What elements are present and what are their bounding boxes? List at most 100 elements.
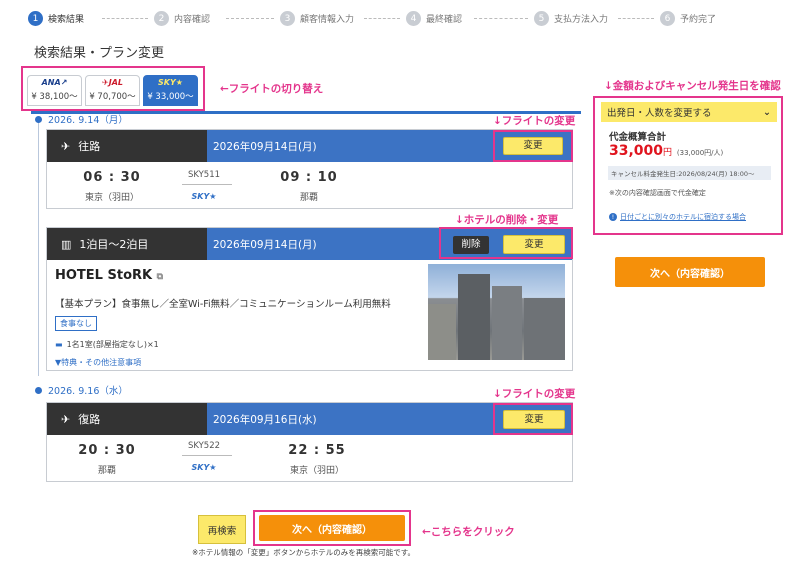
research-button[interactable]: 再検索 [198,515,246,544]
hotel-plan: 【基本プラン】食事無し／全室Wi-Fi無料／コミュニケーションルーム利用無料 [55,299,391,310]
return-details: 20 : 30 那覇 SKY522 SKY★ 22 : 55 東京（羽田） [47,435,572,480]
total-unit: 円 [663,148,673,158]
per-person-price: (33,000円/人) [676,149,724,157]
timeline-dot [35,386,42,394]
bed-icon: ▬ [55,340,63,349]
hotel-photo [428,264,565,360]
arrival-time: 22 : 55 [288,443,346,458]
price-summary-highlight: 出発日・人数を変更する ⌄ 代金概算合計 33,000円 (33,000円/人)… [593,96,783,235]
separate-hotel-link[interactable]: ! 日付ごとに別々のホテルに宿泊する場合 [609,212,746,222]
tab-jal[interactable]: ✈JAL ¥ 70,700〜 [85,75,140,106]
return-date-row: 2026. 9.16（水） [35,383,128,397]
room-text: 1名1室(部屋指定なし)×1 [66,340,159,349]
page-title: 検索結果・プラン変更 [34,46,165,61]
hotel-buttons-highlight: 削除 変更 [439,227,573,259]
annotation-change-hotel: ↓ホテルの削除・変更 [455,214,559,226]
hotel-title-block: ▥ 1泊目〜2泊目 [47,228,207,260]
total-amount: 33,000 [609,143,664,159]
flight-number: SKY511 [187,170,221,180]
step-number: 6 [660,11,675,26]
departure-place: 東京（羽田） [84,193,139,203]
change-flight-highlight: 変更 [493,130,573,162]
step-divider [618,18,654,19]
external-link-icon: ⧉ [156,272,164,282]
arrival-time: 09 : 10 [280,170,338,185]
separate-hotel-link-text: 日付ごとに別々のホテルに宿泊する場合 [620,213,746,221]
step-6: 6 予約完了 [660,11,716,26]
change-outbound-button[interactable]: 変更 [503,137,563,155]
hotel-date: 2026年09月14日(月) [213,238,317,251]
step-2: 2 内容確認 [154,11,210,26]
outbound-details: 06 : 30 東京（羽田） SKY511 SKY★ 09 : 10 那覇 [47,162,572,207]
hotel-name-text: HOTEL StoRK [55,268,153,283]
step-label: 内容確認 [174,15,211,25]
plane-depart-icon: ✈ [61,139,71,153]
step-number: 2 [154,11,169,26]
carrier-logo: SKY★ [191,463,217,472]
timeline-line [38,121,39,376]
step-number: 3 [280,11,295,26]
departure-place: 那覇 [97,466,116,476]
chevron-down-icon: ⌄ [763,106,771,118]
step-label: 顧客情報入力 [300,15,355,25]
step-divider [364,18,400,19]
carrier-logo: SKY★ [191,192,217,201]
step-4: 4 最終確認 [406,11,462,26]
next-button-highlight: 次へ（内容確認） [253,510,411,546]
return-title-block: ✈ 復路 [47,403,207,435]
next-confirm-button[interactable]: 次へ（内容確認） [259,515,405,541]
annotation-change-flight-1: ↓フライトの変更 [493,115,576,127]
flight-arrow [182,455,232,456]
return-date-label: 2026. 9.16（水） [48,386,128,397]
annotation-switch-flight: ←フライトの切り替え [220,83,324,95]
step-number: 5 [534,11,549,26]
info-icon: ! [609,213,617,221]
tab-skymark[interactable]: SKY★ ¥ 33,000〜 [143,75,198,106]
skymark-logo: SKY★ [158,78,183,87]
step-label: 最終確認 [426,15,463,25]
meal-tag: 食事なし [55,316,97,331]
annotation-confirm-price: ↓金額およびキャンセル発生日を確認 [604,80,781,92]
step-label: 支払方法入力 [554,15,609,25]
tab-ana[interactable]: ANA↗ ¥ 38,100〜 [27,75,82,106]
room-info: ▬ 1名1室(部屋指定なし)×1 [55,339,159,350]
step-number: 1 [28,11,43,26]
step-3: 3 顧客情報入力 [280,11,354,26]
arrival-place: 東京（羽田） [289,466,344,476]
return-date: 2026年09月16日(水) [213,413,317,426]
annotation-click-here: ←こちらをクリック [422,526,515,538]
delete-hotel-button[interactable]: 削除 [453,236,489,254]
step-number: 4 [406,11,421,26]
change-flight-highlight: 変更 [493,403,573,435]
step-1: 1 検索結果 [28,11,84,26]
outbound-date-row: 2026. 9.14（月） [35,112,128,126]
change-hotel-button[interactable]: 変更 [503,235,565,254]
hotel-notes-link[interactable]: ▼特典・その他注意事項 [55,357,141,368]
departure-time: 06 : 30 [83,170,141,185]
bottom-note: ※ホテル情報の「変更」ボタンからホテルのみを再検索可能です。 [192,548,416,557]
step-5: 5 支払方法入力 [534,11,608,26]
cancel-fee-date: キャンセル料金発生日:2026/08/24(月) 18:00〜 [608,166,771,180]
tab-price: ¥ 33,000〜 [147,92,194,102]
step-label: 予約完了 [680,15,717,25]
jal-logo: ✈JAL [102,78,123,87]
step-label: 検索結果 [48,15,85,25]
tab-price: ¥ 38,100〜 [31,92,78,102]
building-icon: ▥ [61,237,72,251]
step-divider [474,18,528,19]
sidebar-next-button[interactable]: 次へ（内容確認） [615,257,765,287]
hotel-name[interactable]: HOTEL StoRK ⧉ [55,268,163,283]
timeline-dot [35,115,42,123]
change-return-button[interactable]: 変更 [503,410,565,429]
change-date-people-label: 出発日・人数を変更する [607,108,712,119]
ana-logo: ANA↗ [41,78,68,87]
outbound-date-label: 2026. 9.14（月） [48,115,128,126]
progress-steps: 1 検索結果 2 内容確認 3 顧客情報入力 4 最終確認 5 支払方法入力 6… [28,11,728,31]
outbound-date: 2026年09月14日(月) [213,140,317,153]
plane-arrive-icon: ✈ [61,412,71,426]
departure-time: 20 : 30 [78,443,136,458]
annotation-change-flight-2: ↓フライトの変更 [493,388,576,400]
outbound-title-block: ✈ 往路 [47,130,207,162]
step-divider [102,18,148,19]
change-date-people-toggle[interactable]: 出発日・人数を変更する ⌄ [601,102,777,122]
